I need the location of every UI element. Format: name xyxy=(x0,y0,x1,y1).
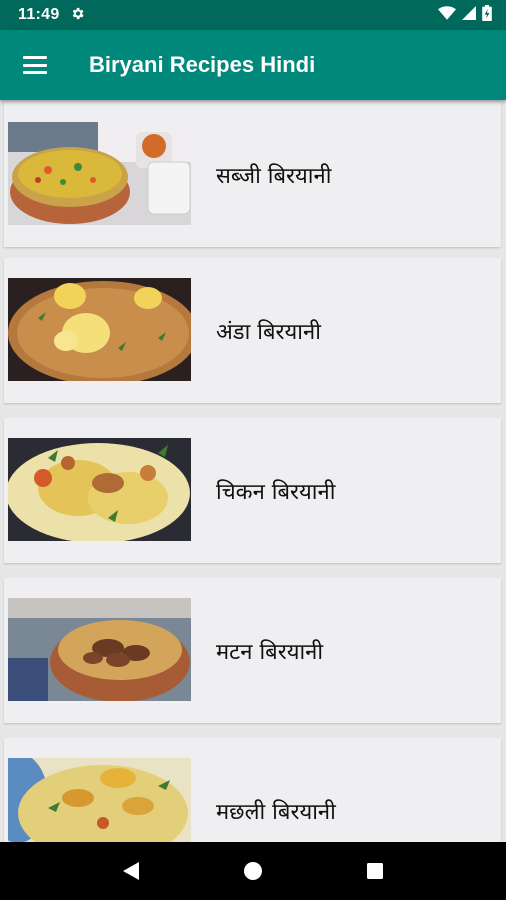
recipe-thumbnail xyxy=(8,122,191,225)
recents-icon[interactable] xyxy=(366,862,384,880)
status-bar: 11:49 xyxy=(0,0,506,30)
hamburger-menu-icon[interactable] xyxy=(23,56,47,74)
wifi-icon xyxy=(438,5,456,25)
status-time: 11:49 xyxy=(18,6,60,23)
back-icon[interactable] xyxy=(122,861,140,881)
app-bar: Biryani Recipes Hindi xyxy=(0,30,506,100)
recipe-thumbnail xyxy=(8,758,191,842)
status-icons xyxy=(438,4,492,26)
recipe-card-veg-biryani[interactable]: सब्जी बिरयानी xyxy=(4,102,501,247)
recipe-card-fish-biryani[interactable]: मछली बिरयानी xyxy=(4,738,501,842)
recipe-card-mutton-biryani[interactable]: मटन बिरयानी xyxy=(4,578,501,723)
gear-icon xyxy=(70,6,85,24)
recipe-label: सब्जी बिरयानी xyxy=(216,163,332,189)
recipe-thumbnail xyxy=(8,598,191,701)
home-icon[interactable] xyxy=(243,861,263,881)
recipe-thumbnail xyxy=(8,278,191,381)
recipe-thumbnail xyxy=(8,438,191,541)
battery-icon xyxy=(482,4,492,26)
recipe-list[interactable]: सब्जी बिरयानी अंडा बिरयानी चिकन बिरयानी … xyxy=(0,100,506,842)
recipe-label: मटन बिरयानी xyxy=(216,639,324,665)
signal-icon xyxy=(462,5,476,25)
recipe-label: अंडा बिरयानी xyxy=(216,319,321,345)
app-title: Biryani Recipes Hindi xyxy=(89,52,316,77)
recipe-label: मछली बिरयानी xyxy=(216,799,336,825)
navigation-bar xyxy=(0,842,506,900)
recipe-card-egg-biryani[interactable]: अंडा बिरयानी xyxy=(4,258,501,403)
recipe-label: चिकन बिरयानी xyxy=(216,479,336,505)
recipe-card-chicken-biryani[interactable]: चिकन बिरयानी xyxy=(4,418,501,563)
